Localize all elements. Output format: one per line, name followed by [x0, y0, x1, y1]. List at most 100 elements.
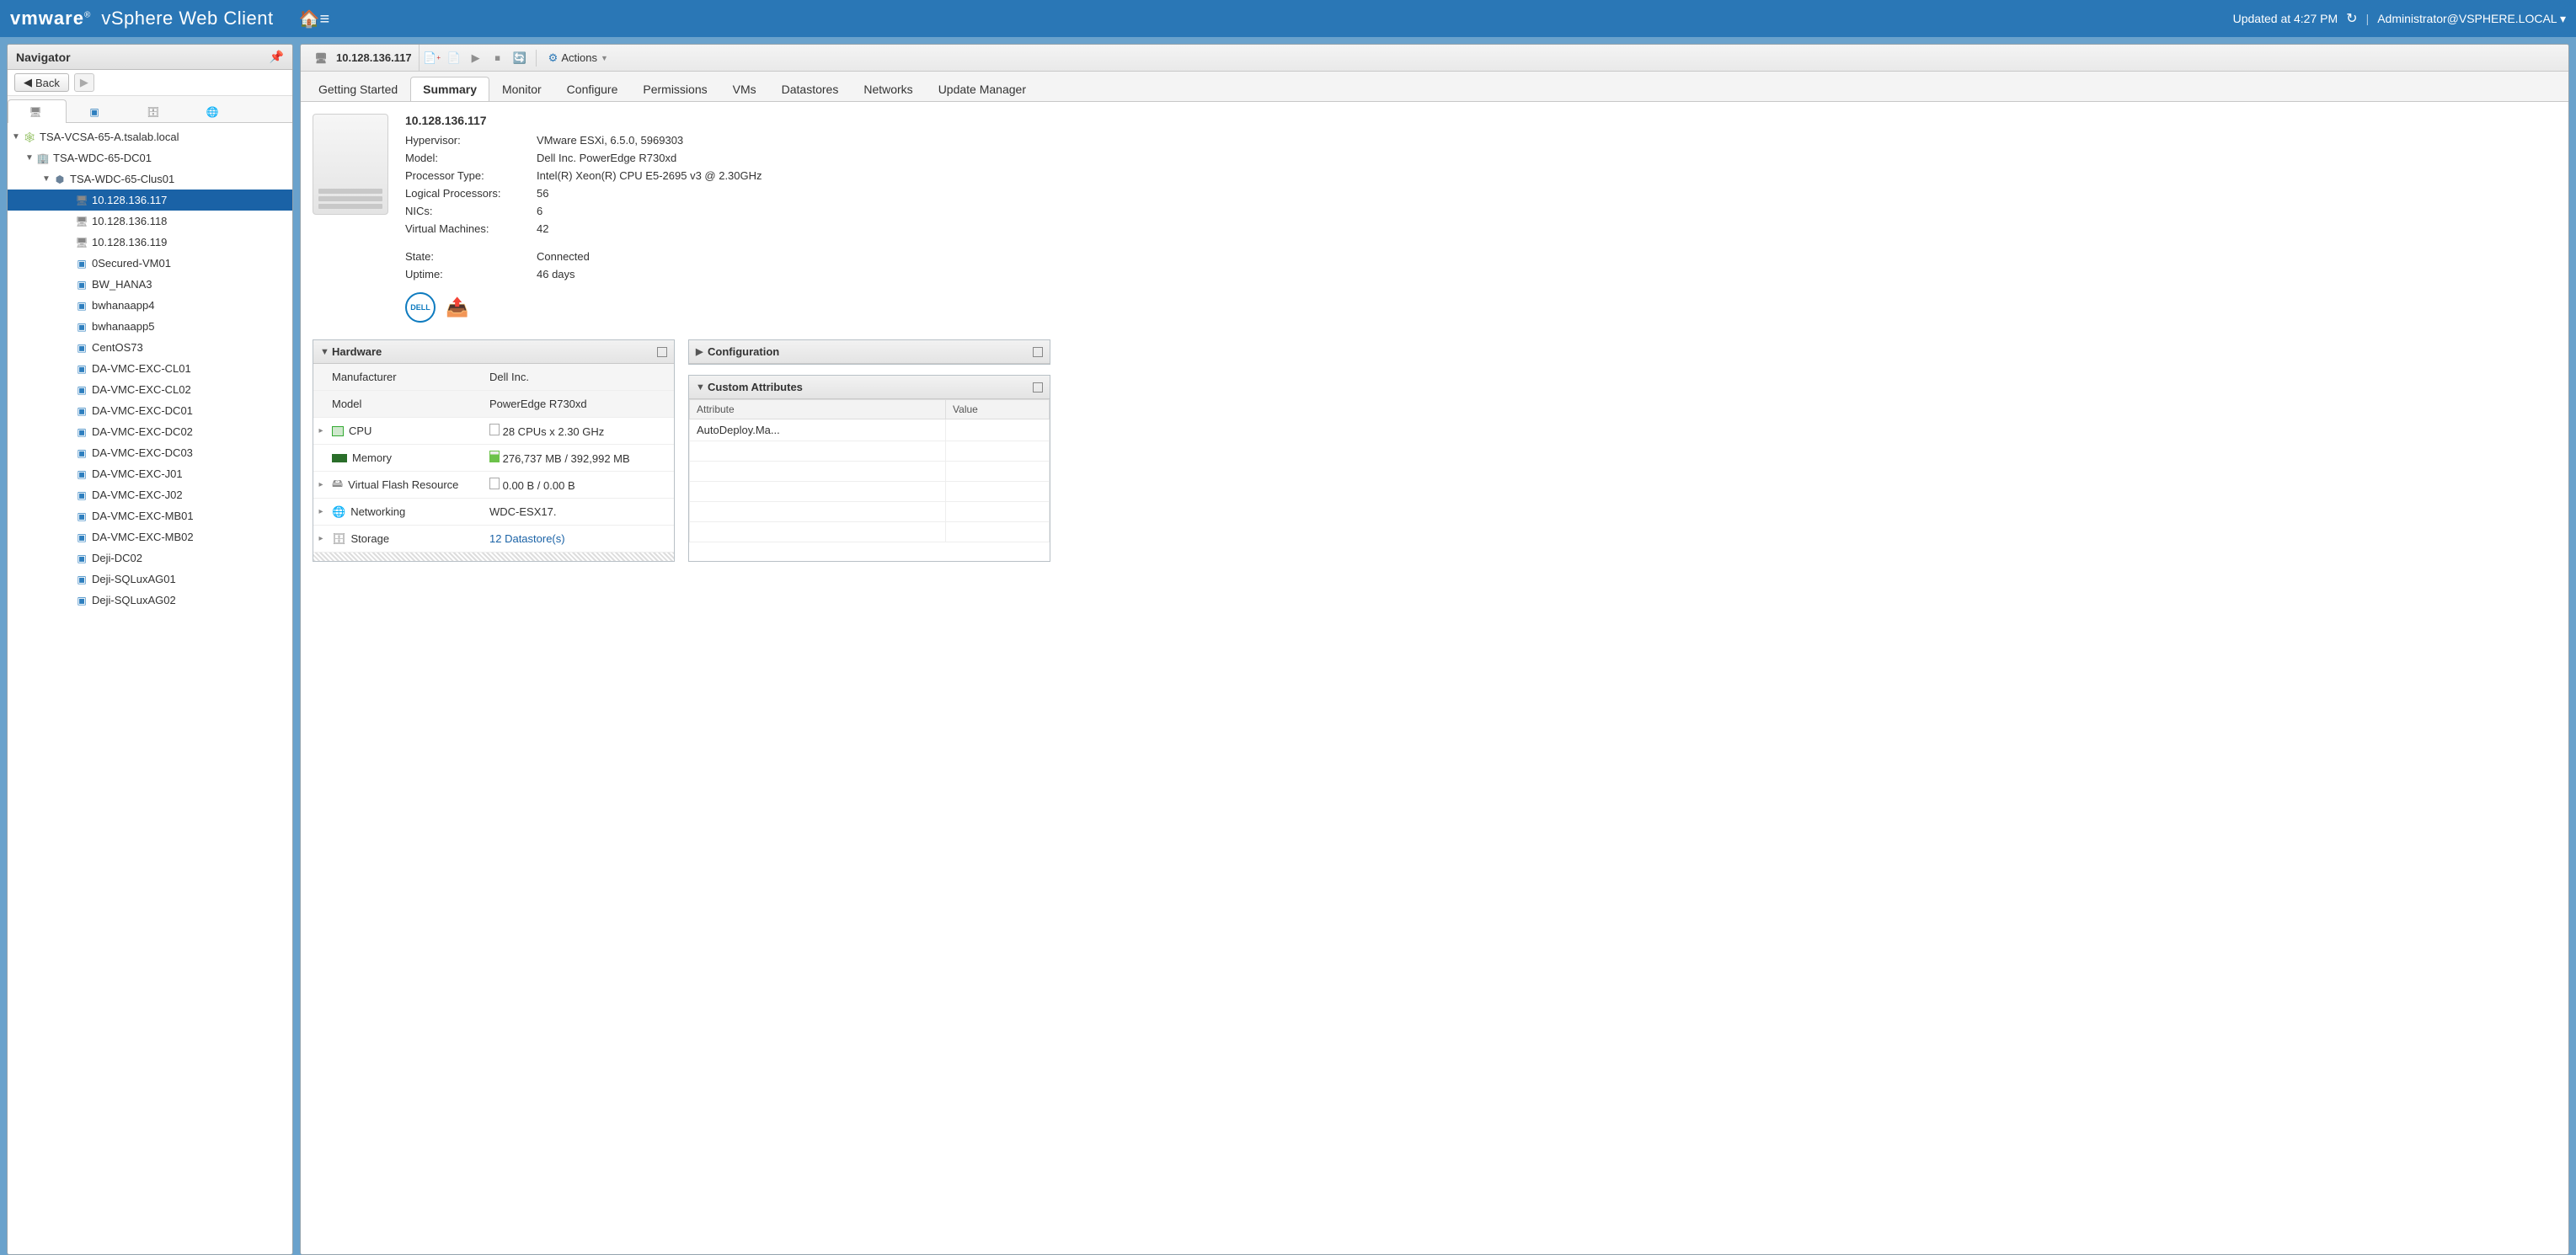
- tree-vm[interactable]: ▣Deji-SQLuxAG01: [8, 569, 292, 590]
- export-icon[interactable]: 📤: [446, 296, 468, 318]
- nav-back-row: ◀Back ▶: [8, 70, 292, 96]
- tree-vm[interactable]: ▣ DA-VMC-EXC-CL01: [8, 358, 292, 379]
- vm-icon: ▣: [75, 341, 88, 355]
- tab-permissions[interactable]: Permissions: [630, 77, 719, 101]
- dell-badge-icon[interactable]: DELL: [405, 292, 436, 323]
- actions-menu[interactable]: ⚙ Actions ▼: [543, 50, 613, 67]
- vm-icon: ▣: [75, 531, 88, 544]
- tree-vm[interactable]: ▣bwhanaapp4: [8, 295, 292, 316]
- vm-icon: ▣: [75, 362, 88, 376]
- hardware-row[interactable]: ▸🗄 Storage 12 Datastore(s): [313, 526, 674, 553]
- content-tabs: Getting StartedSummaryMonitorConfigurePe…: [301, 72, 2568, 102]
- hw-value: Dell Inc.: [484, 371, 674, 383]
- configuration-header[interactable]: ▶ Configuration: [689, 340, 1050, 364]
- expand-icon[interactable]: ▸: [313, 480, 329, 489]
- portlets-row: ▼ Hardware Manufacturer Dell Inc. Model …: [313, 339, 2557, 562]
- tb-power-icon[interactable]: ▶: [467, 49, 485, 67]
- twisty-icon[interactable]: ▼: [11, 132, 21, 142]
- hardware-row: Model PowerEdge R730xd: [313, 391, 674, 418]
- user-menu[interactable]: Administrator@VSPHERE.LOCAL ▾: [2377, 12, 2566, 26]
- summary-key: NICs:: [405, 205, 523, 217]
- tab-networks[interactable]: Networks: [851, 77, 925, 101]
- hardware-row: Memory 276,737 MB / 392,992 MB: [313, 445, 674, 472]
- pin-icon[interactable]: 📌: [270, 50, 284, 64]
- maximize-icon[interactable]: [1033, 347, 1043, 357]
- table-row[interactable]: AutoDeploy.Ma...: [690, 419, 1050, 441]
- hardware-row[interactable]: ▸🌐 Networking WDC-ESX17.: [313, 499, 674, 526]
- tree-label: bwhanaapp5: [92, 320, 154, 333]
- tab-getting-started[interactable]: Getting Started: [306, 77, 410, 101]
- chevron-left-icon: ◀: [24, 76, 32, 89]
- tab-update-manager[interactable]: Update Manager: [926, 77, 1039, 101]
- hardware-title: Hardware: [332, 345, 382, 358]
- tb-new-vm-icon[interactable]: 📄+: [423, 49, 441, 67]
- tab-summary[interactable]: Summary: [410, 77, 489, 101]
- tree-label: DA-VMC-EXC-CL01: [92, 362, 191, 375]
- custom-attributes-header[interactable]: ▼ Custom Attributes: [689, 376, 1050, 399]
- tree-host[interactable]: 🖥10.128.136.118: [8, 211, 292, 232]
- twisty-icon[interactable]: ▼: [24, 153, 35, 163]
- inventory-tree[interactable]: ▼🕸TSA-VCSA-65-A.tsalab.local ▼🏢TSA-WDC-6…: [8, 123, 292, 1254]
- host-icon: 🖥: [75, 194, 88, 207]
- hardware-row[interactable]: ▸🖴 Virtual Flash Resource 0.00 B / 0.00 …: [313, 472, 674, 499]
- tree-vm[interactable]: ▣DA-VMC-EXC-DC03: [8, 442, 292, 463]
- tree-label: DA-VMC-EXC-CL02: [92, 383, 191, 396]
- tree-vm[interactable]: ▣BW_HANA3: [8, 274, 292, 295]
- tree-vm[interactable]: ▣DA-VMC-EXC-MB01: [8, 505, 292, 526]
- home-icon[interactable]: 🏠≡: [299, 8, 330, 29]
- tb-refresh-icon[interactable]: 🔄: [510, 49, 529, 67]
- maximize-icon[interactable]: [657, 347, 667, 357]
- hardware-row[interactable]: ▸ CPU 28 CPUs x 2.30 GHz: [313, 418, 674, 445]
- forward-button[interactable]: ▶: [74, 73, 94, 92]
- tree-vm[interactable]: ▣Deji-SQLuxAG02: [8, 590, 292, 611]
- tree-host[interactable]: 🖥10.128.136.117: [8, 190, 292, 211]
- tree-label: DA-VMC-EXC-MB02: [92, 531, 194, 543]
- tab-monitor[interactable]: Monitor: [489, 77, 554, 101]
- vm-icon: ▣: [75, 278, 88, 291]
- tree-vm[interactable]: ▣DA-VMC-EXC-J01: [8, 463, 292, 484]
- hosts-icon: 🖥: [29, 105, 42, 119]
- storage-link[interactable]: 12 Datastore(s): [489, 532, 565, 545]
- tree-vm[interactable]: ▣bwhanaapp5: [8, 316, 292, 337]
- brand-logo: vmware® vSphere Web Client: [10, 8, 274, 29]
- chevron-right-icon: ▶: [696, 346, 708, 357]
- tb-shutdown-icon[interactable]: ⏹: [489, 49, 507, 67]
- maximize-icon[interactable]: [1033, 382, 1043, 393]
- expand-icon[interactable]: ▸: [313, 426, 329, 435]
- tab-configure[interactable]: Configure: [554, 77, 631, 101]
- toolbar-title: 🖥 10.128.136.117: [307, 45, 420, 71]
- tree-vm[interactable]: ▣DA-VMC-EXC-CL02: [8, 379, 292, 400]
- tab-datastores[interactable]: Datastores: [769, 77, 852, 101]
- tree-cluster[interactable]: ▼⬢TSA-WDC-65-Clus01: [8, 168, 292, 190]
- expand-icon[interactable]: ▸: [313, 534, 329, 543]
- nav-tab-storage[interactable]: 🗄: [126, 99, 184, 123]
- resize-handle[interactable]: ⋮⋮: [289, 275, 292, 291]
- tree-vcenter[interactable]: ▼🕸TSA-VCSA-65-A.tsalab.local: [8, 126, 292, 147]
- refresh-icon[interactable]: ↻: [2346, 10, 2357, 27]
- hardware-header[interactable]: ▼ Hardware: [313, 340, 674, 364]
- resize-grip[interactable]: [313, 553, 674, 561]
- tree-vm[interactable]: ▣0Secured-VM01: [8, 253, 292, 274]
- tree-host[interactable]: 🖥10.128.136.119: [8, 232, 292, 253]
- tree-vm[interactable]: ▣DA-VMC-EXC-DC02: [8, 421, 292, 442]
- tree-vm[interactable]: ▣Deji-DC02: [8, 547, 292, 569]
- back-button[interactable]: ◀Back: [14, 73, 69, 92]
- col-attribute[interactable]: Attribute: [690, 400, 946, 419]
- nav-tab-hosts[interactable]: 🖥: [8, 99, 67, 123]
- nav-tab-network[interactable]: 🌐: [184, 99, 243, 123]
- summary-key: Uptime:: [405, 268, 523, 280]
- tab-vms[interactable]: VMs: [720, 77, 769, 101]
- content-toolbar: 🖥 10.128.136.117 📄+ 📄 ▶ ⏹ 🔄 ⚙ Actions ▼: [301, 45, 2568, 72]
- tb-register-icon[interactable]: 📄: [445, 49, 463, 67]
- nav-tab-vms[interactable]: ▣: [67, 99, 126, 123]
- expand-icon[interactable]: ▸: [313, 507, 329, 516]
- summary-value: VMware ESXi, 6.5.0, 5969303: [537, 134, 762, 147]
- tree-vm[interactable]: ▣DA-VMC-EXC-DC01: [8, 400, 292, 421]
- tree-vm[interactable]: ▣ DA-VMC-EXC-MB02: [8, 526, 292, 547]
- tree-vm[interactable]: ▣DA-VMC-EXC-J02: [8, 484, 292, 505]
- tree-datacenter[interactable]: ▼🏢TSA-WDC-65-DC01: [8, 147, 292, 168]
- tree-vm[interactable]: ▣CentOS73: [8, 337, 292, 358]
- twisty-icon[interactable]: ▼: [41, 174, 51, 184]
- col-value[interactable]: Value: [946, 400, 1050, 419]
- updated-text: Updated at 4:27 PM: [2233, 12, 2338, 25]
